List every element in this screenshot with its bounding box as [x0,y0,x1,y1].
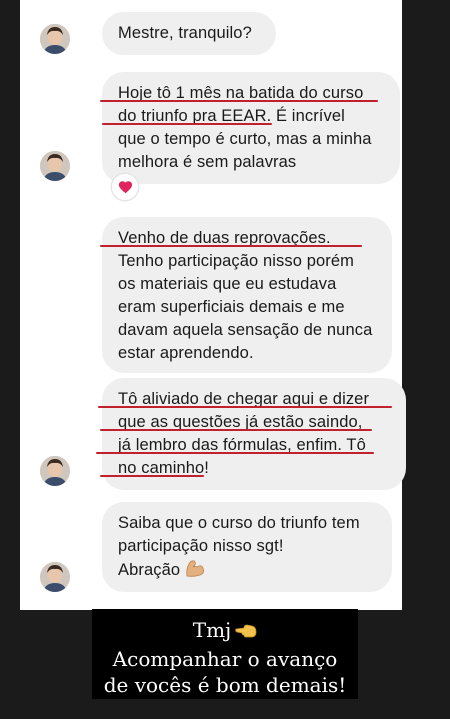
user-avatar-icon [40,562,70,592]
message-line: melhora é sem palavras [118,153,297,171]
message-line: que o tempo é curto, mas a minha [118,130,372,148]
user-avatar-icon [40,151,70,181]
message-line: Saiba que o curso do triunfo tem [118,514,360,532]
message-bubble[interactable]: Hoje tô 1 mês na batida do curso do triu… [102,72,400,184]
caption-line: de vocês é bom demais! [103,673,347,697]
heart-icon [118,181,132,194]
avatar[interactable] [40,456,70,486]
caption-line: Acompanhar o avanço [112,647,338,671]
highlight-underline [100,429,372,431]
message-bubble[interactable]: Saiba que o curso do triunfo tem partici… [102,502,392,592]
highlight-underline [102,123,272,125]
backhand-index-pointing-left-icon [235,620,257,646]
message-line: Tenho participação nisso porém [118,252,354,270]
highlight-underline [98,406,392,408]
avatar[interactable] [40,151,70,181]
caption-line: Tmj [92,617,358,646]
message-line: os materiais que eu estudava [118,275,337,293]
avatar[interactable] [40,562,70,592]
message-text: Abração [118,561,181,579]
highlight-underline [100,475,204,477]
message-bubble[interactable]: Mestre, tranquilo? [102,12,276,55]
message-line: Mestre, tranquilo? [118,24,252,42]
highlight-underline [96,452,374,454]
highlight-underline [100,245,362,247]
message-bubble[interactable]: Venho de duas reprovações. Tenho partici… [102,217,392,373]
story-caption: Tmj Acompanhar o avanço de vocês é bom d… [92,609,358,699]
flexed-biceps-icon [184,558,206,585]
user-avatar-icon [40,456,70,486]
caption-text: Tmj [192,618,232,642]
message-line: participação nisso sgt! [118,537,284,555]
reaction-badge[interactable] [112,174,138,200]
avatar[interactable] [40,24,70,54]
user-avatar-icon [40,24,70,54]
message-line: eram superficiais demais e me [118,298,345,316]
message-bubble[interactable]: Tô aliviado de chegar aqui e dizer que a… [102,378,406,490]
message-line: Abração [118,558,376,585]
chat-thread: Mestre, tranquilo? Hoje tô 1 mês na bati… [20,0,406,610]
message-line: davam aquela sensação de nunca [118,321,373,339]
highlight-underline [100,100,378,102]
message-line: estar aprendendo. [118,344,254,362]
